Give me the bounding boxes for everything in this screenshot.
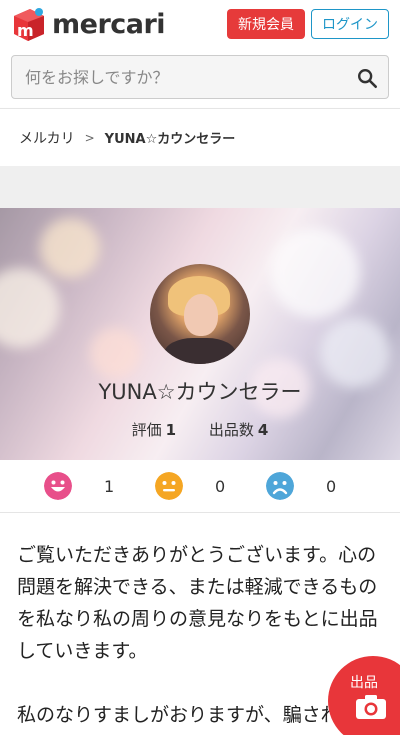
search-input[interactable] [12, 67, 342, 87]
section-divider [0, 166, 400, 208]
profile-banner: YUNA☆カウンセラー 評価 1 出品数 4 [0, 208, 400, 460]
camera-icon [356, 695, 386, 719]
login-button[interactable]: ログイン [311, 9, 389, 39]
normal-count: 0 [215, 477, 226, 496]
breadcrumb-separator: > [84, 130, 95, 145]
breadcrumb-current: YUNA☆カウンセラー [104, 132, 236, 147]
good-face-icon [44, 472, 72, 500]
listings-label: 出品数 [208, 421, 254, 439]
svg-text:m: m [17, 21, 34, 40]
avatar[interactable] [150, 264, 250, 364]
search-bar [11, 55, 389, 99]
listings-value: 4 [257, 421, 269, 439]
breadcrumb-root-link[interactable]: メルカリ [19, 128, 75, 148]
header: m mercari 新規会員 ログイン [0, 0, 400, 48]
normal-face-icon [155, 472, 183, 500]
mercari-logo[interactable]: m mercari [10, 6, 166, 42]
register-button[interactable]: 新規会員 [227, 9, 305, 39]
mercari-logo-icon: m [14, 8, 44, 41]
rating-label: 評価 [131, 421, 162, 439]
sell-label: 出品 [350, 675, 378, 691]
breadcrumb: メルカリ > YUNA☆カウンセラー [0, 108, 400, 166]
logo-text: mercari [52, 8, 166, 40]
profile-stats: 評価 1 出品数 4 [0, 419, 400, 440]
rating-stat: 評価 1 [132, 421, 176, 439]
listings-stat: 出品数 4 [209, 421, 268, 439]
rating-value: 1 [165, 421, 177, 439]
search-icon[interactable] [356, 67, 378, 89]
bad-face-icon [266, 472, 294, 500]
bad-count: 0 [326, 477, 337, 496]
profile-name: YUNA☆カウンセラー [98, 380, 302, 404]
bio-paragraph: ご覧いただきありがとうございます。心の問題を解決できる、または軽減できるものを私… [17, 544, 378, 662]
ratings-row: 1 0 0 [0, 460, 400, 513]
good-count: 1 [104, 477, 115, 496]
